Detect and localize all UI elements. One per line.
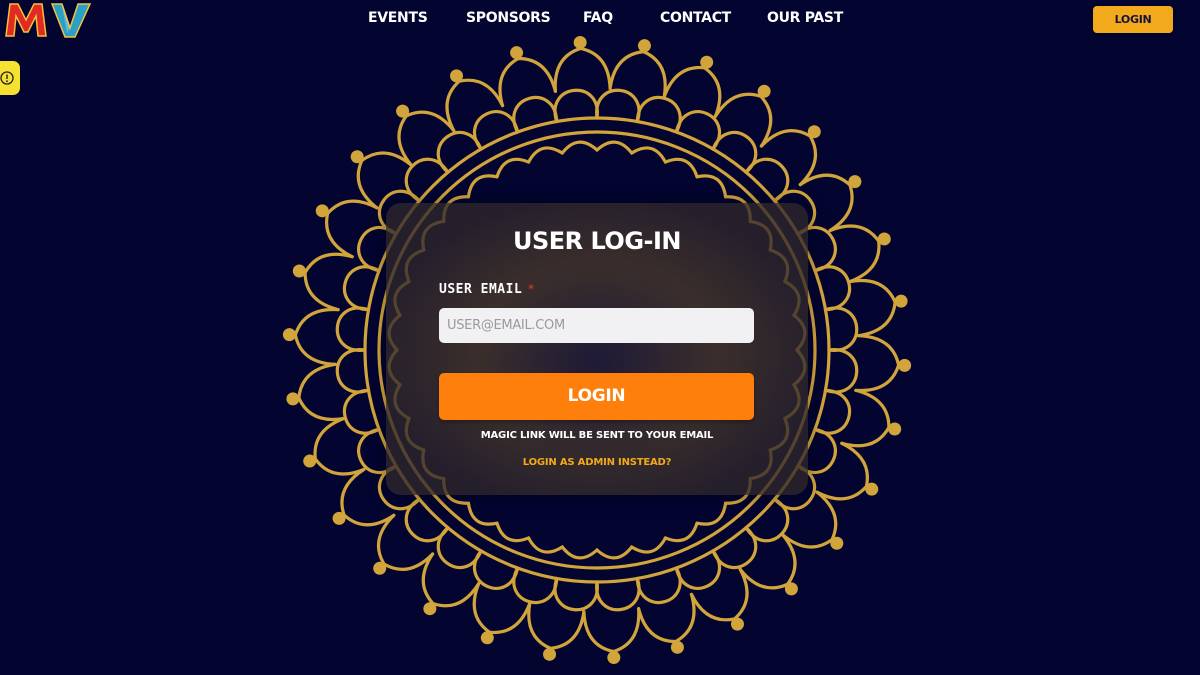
mv-logo[interactable] bbox=[4, 0, 94, 40]
login-submit-button[interactable]: LOGIN bbox=[439, 373, 754, 420]
login-card: USER LOG-IN USER EMAIL * LOGIN MAGIC LIN… bbox=[386, 203, 808, 495]
info-icon bbox=[0, 71, 14, 85]
email-label: USER EMAIL bbox=[439, 282, 523, 297]
nav-faq[interactable]: FAQ bbox=[583, 10, 613, 26]
nav-our-past[interactable]: OUR PAST bbox=[767, 10, 843, 26]
login-page: EVENTS SPONSORS FAQ CONTACT OUR PAST LOG… bbox=[0, 0, 1200, 675]
magic-link-note: MAGIC LINK WILL BE SENT TO YOUR EMAIL bbox=[480, 430, 714, 441]
nav-sponsors[interactable]: SPONSORS bbox=[466, 10, 551, 26]
navbar: EVENTS SPONSORS FAQ CONTACT OUR PAST LOG… bbox=[0, 0, 1200, 40]
admin-login-link[interactable]: LOGIN AS ADMIN INSTEAD? bbox=[386, 457, 808, 468]
header-login-button[interactable]: LOGIN bbox=[1093, 6, 1173, 33]
nav-events[interactable]: EVENTS bbox=[368, 10, 428, 26]
required-asterisk: * bbox=[528, 282, 534, 296]
nav-contact[interactable]: CONTACT bbox=[660, 10, 731, 26]
email-input[interactable] bbox=[439, 308, 754, 343]
side-info-tab[interactable] bbox=[0, 61, 20, 95]
card-title: USER LOG-IN bbox=[512, 227, 682, 255]
